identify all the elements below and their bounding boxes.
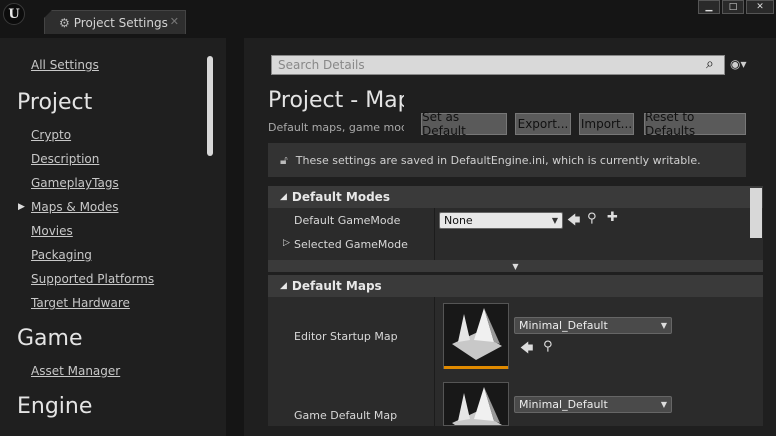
collapse-arrow-icon: ◢ [280, 192, 287, 202]
close-button[interactable]: ✕ [746, 0, 774, 14]
category-label: Default Maps [291, 279, 382, 293]
sidebar-item-supported-platforms[interactable]: Supported Platforms [31, 272, 154, 286]
use-selected-arrow-icon[interactable]: 🡄 [567, 211, 580, 233]
editor-startup-map-dropdown[interactable]: Minimal_Default ▼ [514, 317, 672, 334]
maximize-button[interactable]: □ [722, 0, 744, 14]
browse-search-icon[interactable]: ⚲ [543, 339, 553, 354]
window-controls: ▁ □ ✕ [698, 0, 774, 14]
sidebar-splitter[interactable] [226, 38, 244, 436]
game-default-map-thumbnail[interactable] [443, 382, 509, 426]
sidebar-item-target-hardware[interactable]: Target Hardware [31, 296, 130, 310]
reset-to-defaults-button[interactable]: Reset to Defaults [644, 110, 746, 138]
sidebar-item-maps-modes[interactable]: Maps & Modes [31, 200, 119, 214]
game-default-map-dropdown[interactable]: Minimal_Default ▼ [514, 396, 672, 413]
export-button[interactable]: Export... [515, 113, 571, 135]
use-selected-arrow-icon[interactable]: 🡄 [520, 339, 533, 361]
tab-label: Project Settings [73, 15, 168, 30]
chevron-down-icon: ▼ [551, 216, 558, 225]
selected-gamemode-label[interactable]: Selected GameMode [294, 238, 408, 251]
tab-project-settings[interactable]: ⚙ Project Settings ✕ [44, 10, 186, 34]
category-label: Default Modes [291, 190, 390, 204]
thumbnail-selected-bar [444, 366, 508, 369]
default-gamemode-label: Default GameMode [294, 214, 401, 227]
category-default-maps[interactable]: ◢ Default Maps [268, 275, 763, 297]
category-default-modes[interactable]: ◢ Default Modes [268, 186, 763, 208]
selected-item-arrow-icon: ▶ [18, 202, 25, 212]
minimize-button[interactable]: ▁ [698, 0, 720, 14]
gear-icon: ⚙ [59, 15, 70, 30]
show-advanced-button[interactable]: ▼ [268, 260, 763, 272]
sidebar-item-all-settings[interactable]: All Settings [31, 58, 99, 72]
collapse-arrow-icon: ◢ [280, 281, 287, 291]
browse-search-icon[interactable]: ⚲ [587, 211, 597, 226]
details-scrollbar[interactable] [750, 188, 762, 238]
page-subtitle: Default maps, game modes and other map r… [268, 121, 404, 134]
view-options-eye-icon[interactable]: ◉▾ [730, 57, 747, 71]
column-divider[interactable] [434, 297, 435, 426]
sidebar-item-asset-manager[interactable]: Asset Manager [31, 364, 120, 378]
sidebar-item-description[interactable]: Description [31, 152, 99, 166]
sidebar-scrollbar[interactable] [207, 56, 213, 156]
page-title: Project - Maps & Modes [268, 88, 404, 113]
unlocked-icon: 🔓︎ [280, 152, 288, 167]
sidebar-heading-game: Game [17, 326, 83, 351]
search-input[interactable]: Search Details [271, 55, 725, 75]
sidebar-item-movies[interactable]: Movies [31, 224, 73, 238]
sidebar-heading-engine: Engine [17, 394, 93, 419]
editor-startup-map-label: Editor Startup Map [294, 330, 398, 343]
default-gamemode-dropdown[interactable]: None ▼ [439, 212, 563, 229]
sidebar-heading-project: Project [17, 90, 93, 115]
config-notice-text: These settings are saved in DefaultEngin… [295, 153, 701, 167]
game-default-map-label: Game Default Map [294, 409, 398, 422]
chevron-down-icon: ▼ [660, 400, 667, 409]
sidebar-item-packaging[interactable]: Packaging [31, 248, 92, 262]
column-divider[interactable] [434, 208, 435, 260]
title-bar: U ⚙ Project Settings ✕ ▁ □ ✕ [0, 0, 776, 38]
config-notice: 🔓︎ These settings are saved in DefaultEn… [268, 143, 746, 177]
sidebar-item-gameplaytags[interactable]: GameplayTags [31, 176, 119, 190]
import-button[interactable]: Import... [579, 113, 634, 135]
sidebar-item-crypto[interactable]: Crypto [31, 128, 71, 142]
chevron-down-icon: ▼ [660, 321, 667, 330]
set-as-default-button[interactable]: Set as Default [421, 110, 507, 138]
add-plus-icon[interactable]: ✚ [607, 210, 618, 225]
search-icon[interactable]: ⌕ [706, 56, 714, 72]
unreal-logo-icon: U [3, 3, 25, 25]
tab-close-icon[interactable]: ✕ [170, 15, 179, 28]
expand-arrow-icon[interactable]: ▷ [283, 238, 290, 248]
editor-startup-map-thumbnail[interactable] [443, 303, 509, 369]
